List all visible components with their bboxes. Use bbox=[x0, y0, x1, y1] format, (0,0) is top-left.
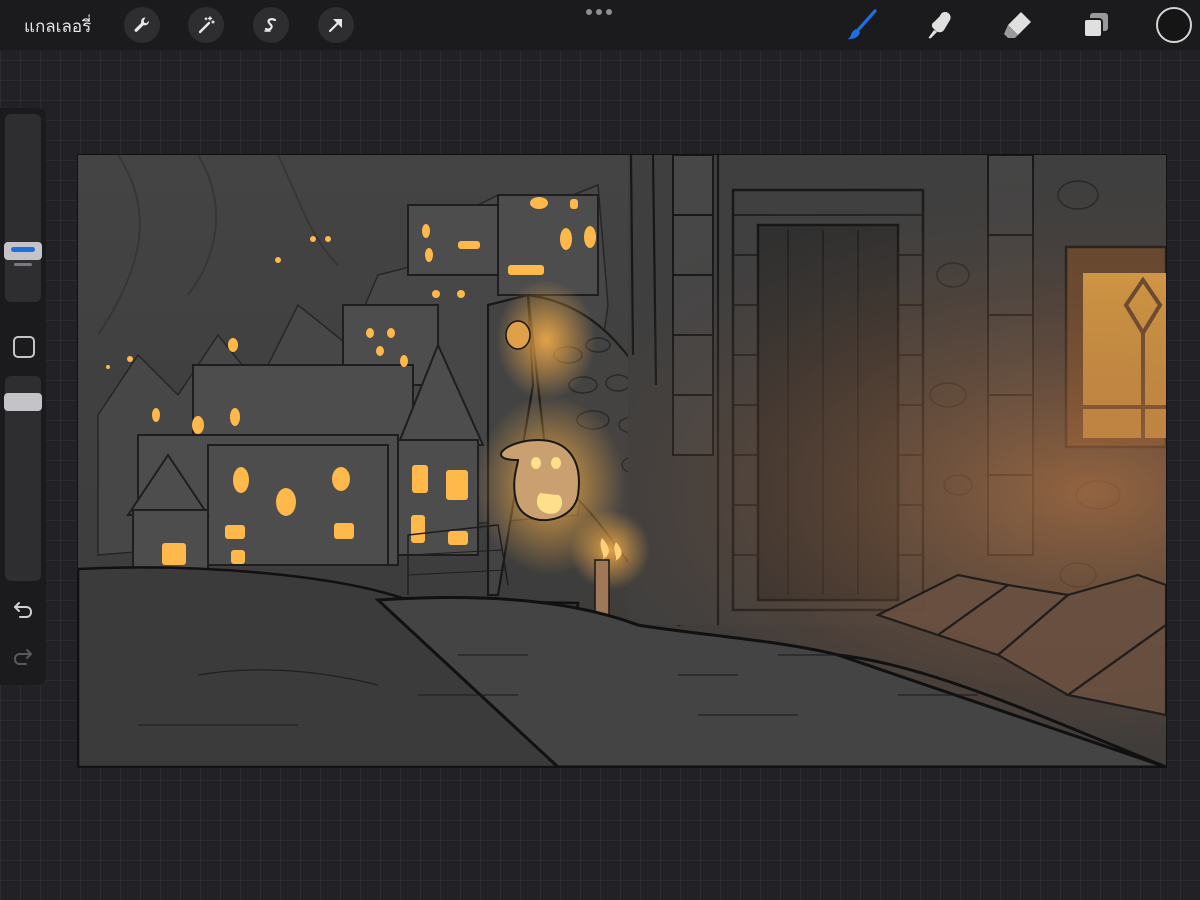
modify-button[interactable] bbox=[13, 336, 35, 358]
selection-s-icon bbox=[264, 18, 277, 32]
redo-icon[interactable] bbox=[12, 645, 34, 667]
drawing-canvas[interactable] bbox=[77, 154, 1167, 768]
smudge-icon bbox=[928, 12, 951, 39]
smudge-tool[interactable] bbox=[922, 7, 958, 43]
brush-size-thumb[interactable] bbox=[4, 242, 42, 266]
undo-icon[interactable] bbox=[12, 598, 34, 620]
more-handle[interactable] bbox=[586, 9, 612, 15]
color-picker[interactable] bbox=[1156, 7, 1192, 43]
transform-arrow-icon bbox=[328, 18, 343, 33]
wrench-icon bbox=[134, 17, 149, 32]
adjustments-button[interactable] bbox=[188, 7, 224, 43]
eraser-icon bbox=[1004, 12, 1031, 38]
opacity-thumb[interactable] bbox=[4, 393, 42, 411]
actions-button[interactable] bbox=[124, 7, 160, 43]
dot bbox=[596, 9, 602, 15]
brush-size-slider[interactable] bbox=[5, 114, 41, 302]
dot bbox=[586, 9, 592, 15]
eraser-tool[interactable] bbox=[1000, 7, 1036, 43]
magic-wand-icon bbox=[198, 16, 215, 34]
gallery-button[interactable]: แกลเลอรี่ bbox=[24, 13, 91, 40]
top-toolbar: แกลเลอรี่ bbox=[0, 0, 1200, 50]
selection-button[interactable] bbox=[253, 7, 289, 43]
layers-icon bbox=[1083, 13, 1108, 38]
layers-tool[interactable] bbox=[1078, 7, 1114, 43]
transform-button[interactable] bbox=[318, 7, 354, 43]
size-indicator-shadow bbox=[14, 263, 32, 266]
brush-tool[interactable] bbox=[844, 7, 880, 43]
dot bbox=[606, 9, 612, 15]
brush-icon bbox=[847, 9, 877, 40]
size-indicator bbox=[11, 247, 35, 252]
artwork bbox=[78, 155, 1166, 767]
